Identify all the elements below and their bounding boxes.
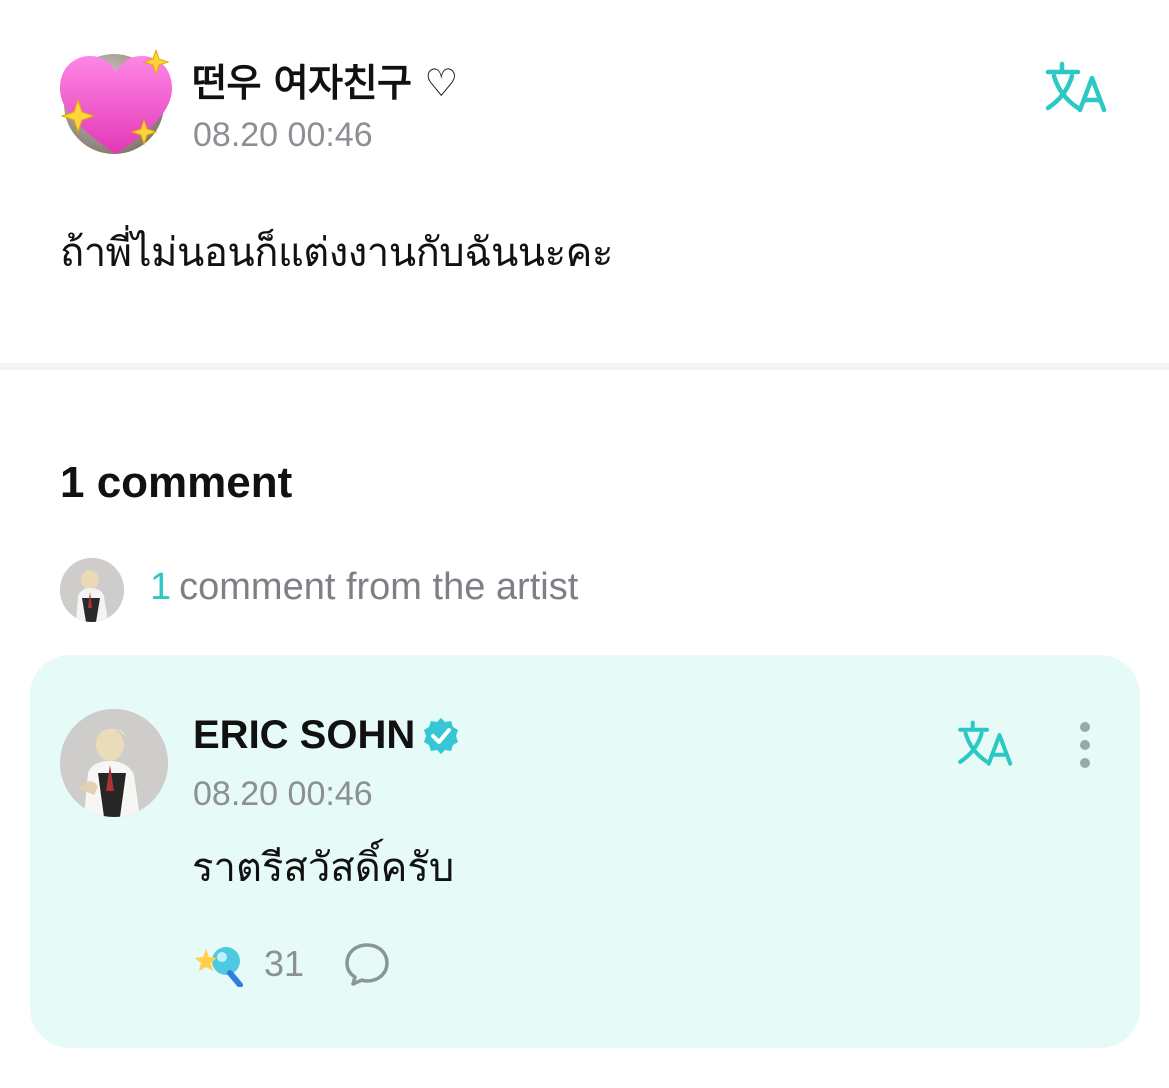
comment-text: ราตรีสวัสดิ์ครับ [192,845,455,891]
post-body-text: ถ้าพี่ไม่นอนก็แต่งงานกับฉันนะคะ [60,230,613,276]
artist-comment-card: ERIC SOHN 08.20 00:46 ราตรีสวัสดิ์ครับ 3… [30,655,1140,1048]
comments-heading: 1 comment [60,458,293,507]
artist-comment-label: comment from the artist [179,566,579,608]
artist-avatar-small[interactable] [60,558,124,622]
translate-post-button[interactable] [1044,60,1112,116]
reaction-count: 31 [264,943,305,984]
verified-badge-icon [424,717,459,754]
post-timestamp: 08.20 00:46 [193,116,373,154]
artist-comment-count: 1 [150,566,172,608]
comment-more-button[interactable] [1072,721,1098,773]
section-divider [0,363,1169,370]
artist-photo [60,709,168,817]
sparkling-heart-icon [60,50,172,154]
speech-bubble-icon[interactable] [344,941,390,987]
comment-author-avatar[interactable] [60,709,168,817]
translate-icon [958,720,1013,766]
artist-comment-summary[interactable]: 1 comment from the artist [150,566,578,609]
star-lightstick-icon[interactable] [194,941,246,987]
more-vertical-icon [1080,722,1090,768]
translate-icon [1045,61,1107,113]
comment-author-name: ERIC SOHN [193,713,416,757]
comment-author[interactable]: ERIC SOHN [193,713,461,758]
post-author-avatar[interactable] [60,50,172,160]
comment-timestamp: 08.20 00:46 [193,775,373,813]
translate-comment-button[interactable] [955,719,1019,769]
comment-actions: 31 [194,941,390,987]
post-author-name[interactable]: 떤우 여자친구 ♡ [192,52,458,107]
artist-photo [60,558,124,622]
